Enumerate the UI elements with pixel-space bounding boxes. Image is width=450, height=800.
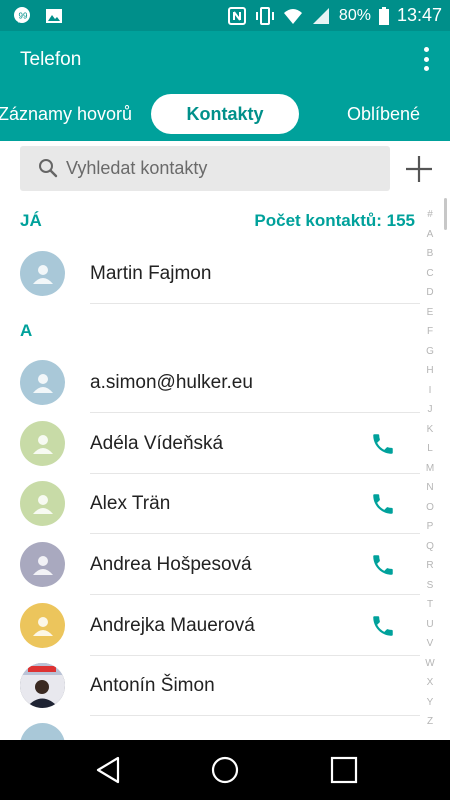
avatar	[20, 542, 65, 587]
contact-name: Antonín Šimon	[90, 675, 215, 696]
message-icon: 99	[14, 7, 30, 23]
wifi-icon	[283, 8, 302, 24]
contact-row[interactable]: Antonín Šimon	[0, 656, 420, 716]
contact-name: a.simon@hulker.eu	[90, 372, 253, 393]
index-letter[interactable]: K	[427, 420, 434, 440]
navigation-bar	[0, 740, 450, 800]
divider	[90, 303, 420, 304]
index-letter[interactable]: V	[427, 634, 434, 654]
signal-icon	[312, 7, 329, 24]
index-letter[interactable]: U	[426, 615, 433, 635]
tab-contacts[interactable]: Kontakty	[151, 94, 299, 134]
battery-percent: 80%	[338, 6, 371, 24]
index-letter[interactable]: X	[427, 673, 434, 693]
index-letter[interactable]: O	[426, 498, 434, 518]
index-letter[interactable]: J	[428, 400, 433, 420]
search-row	[0, 146, 450, 192]
back-button[interactable]	[92, 754, 124, 786]
svg-text:99: 99	[19, 12, 28, 21]
section-header-a: A	[20, 321, 33, 340]
index-letter[interactable]: T	[427, 595, 433, 615]
search-input[interactable]	[66, 146, 376, 191]
contact-name: Andrea Hošpesová	[90, 554, 252, 575]
index-letter[interactable]: M	[426, 459, 434, 479]
phone-icon[interactable]	[370, 552, 396, 578]
vibrate-icon	[255, 6, 274, 25]
clock: 13:47	[396, 5, 442, 25]
nfc-icon	[227, 6, 246, 25]
contact-row-me[interactable]: Martin Fajmon	[0, 244, 420, 304]
overflow-menu-button[interactable]	[420, 45, 432, 73]
avatar	[20, 481, 65, 526]
tab-call-log[interactable]: Záznamy hovorů	[0, 94, 132, 134]
index-letter[interactable]: P	[427, 517, 434, 537]
add-contact-button[interactable]	[404, 154, 434, 184]
contact-name: Adéla Vídeňská	[90, 433, 224, 454]
index-letter[interactable]: W	[425, 654, 434, 674]
contact-row[interactable]: Andrejka Mauerová	[0, 596, 420, 656]
app-title: Telefon	[20, 49, 82, 70]
index-letter[interactable]: L	[427, 439, 433, 459]
index-letter[interactable]: C	[426, 264, 433, 284]
index-letter[interactable]: #	[427, 205, 433, 225]
person-icon	[32, 373, 53, 393]
section-header-me: JÁ	[20, 211, 42, 230]
avatar	[20, 421, 65, 466]
phone-icon[interactable]	[370, 613, 396, 639]
person-icon	[32, 616, 53, 636]
contact-row[interactable]: a.simon@hulker.eu	[0, 353, 420, 413]
home-button[interactable]	[209, 754, 241, 786]
index-letter[interactable]: D	[426, 283, 433, 303]
gallery-icon	[46, 9, 62, 23]
divider	[90, 533, 420, 534]
index-letter[interactable]: Q	[426, 537, 434, 557]
phone-icon[interactable]	[370, 491, 396, 517]
contact-row[interactable]: Andrea Hošpesová	[0, 535, 420, 595]
contact-name: Andrejka Mauerová	[90, 615, 255, 636]
person-icon	[32, 494, 53, 514]
index-letter[interactable]: S	[427, 576, 434, 596]
app-bar: Telefon Záznamy hovorů Kontakty Oblíbené	[0, 31, 450, 141]
scrollbar[interactable]	[444, 198, 447, 230]
avatar	[20, 603, 65, 648]
person-icon	[32, 555, 53, 575]
status-bar: 99 80% 13:47	[0, 0, 450, 31]
person-icon	[32, 434, 53, 454]
index-letter[interactable]: Z	[427, 712, 433, 732]
index-letter[interactable]: Y	[427, 693, 434, 713]
avatar	[20, 251, 65, 296]
tab-bar: Záznamy hovorů Kontakty Oblíbené	[0, 94, 450, 134]
index-letter[interactable]: F	[427, 322, 433, 342]
alphabet-index[interactable]: # A B C D E F G H I J K L M N O P Q R S T U V W X Y Z	[420, 205, 440, 732]
search-icon	[39, 159, 58, 178]
phone-icon[interactable]	[370, 431, 396, 457]
contact-row[interactable]: Adéla Vídeňská	[0, 414, 420, 474]
index-letter[interactable]: R	[426, 556, 433, 576]
search-box[interactable]	[20, 146, 390, 191]
contact-count: Počet kontaktů: 155	[254, 211, 415, 230]
index-letter[interactable]: I	[429, 381, 432, 401]
recents-button[interactable]	[328, 754, 360, 786]
avatar-photo	[20, 663, 65, 708]
divider	[90, 594, 420, 595]
index-letter[interactable]: B	[427, 244, 434, 264]
avatar	[20, 360, 65, 405]
contact-photo	[20, 663, 65, 708]
index-letter[interactable]: G	[426, 342, 434, 362]
person-icon	[32, 264, 53, 284]
tab-favorites[interactable]: Oblíbené	[347, 94, 420, 134]
index-letter[interactable]: H	[426, 361, 433, 381]
contact-row[interactable]: Alex Trän	[0, 474, 420, 534]
contact-name: Alex Trän	[90, 493, 171, 514]
divider	[90, 412, 420, 413]
index-letter[interactable]: E	[427, 303, 434, 323]
battery-icon	[378, 6, 389, 25]
contact-name: Martin Fajmon	[90, 263, 212, 284]
index-letter[interactable]: A	[427, 225, 434, 245]
index-letter[interactable]: N	[426, 478, 433, 498]
